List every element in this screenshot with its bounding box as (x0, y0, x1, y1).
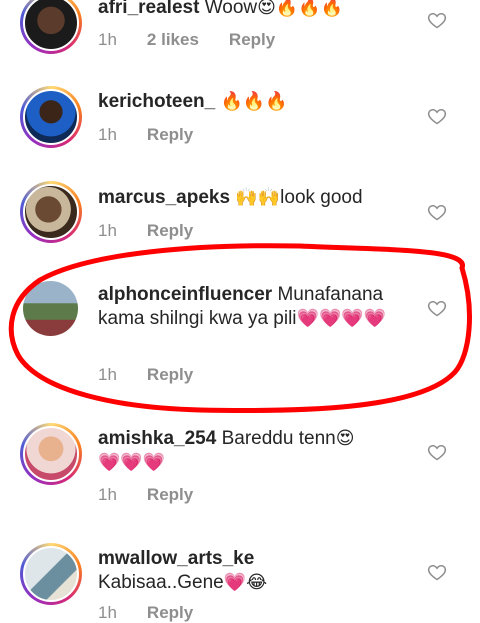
reply-button[interactable]: Reply (147, 221, 193, 241)
comment-emoji: 😍🔥🔥🔥 (257, 0, 344, 18)
comment-time: 1h (98, 30, 117, 49)
avatar[interactable] (20, 423, 82, 485)
heart-icon[interactable] (427, 442, 447, 462)
comment-time: 1h (98, 221, 117, 240)
comment-text: Woow (204, 0, 258, 18)
heart-icon[interactable] (427, 106, 447, 126)
avatar[interactable] (20, 543, 82, 605)
reply-button[interactable]: Reply (147, 485, 193, 505)
avatar[interactable] (20, 0, 82, 54)
comment-username[interactable]: marcus_apeks (98, 187, 230, 208)
avatar[interactable] (20, 86, 82, 148)
reply-button[interactable]: Reply (147, 365, 193, 385)
comment-username[interactable]: kerichoteen_ (98, 91, 215, 112)
comment-emoji: 💗💗💗 (98, 452, 166, 473)
comment-time: 1h (98, 485, 117, 504)
comment-emoji: 🙌🙌 (235, 187, 281, 208)
comment-text: Bareddu tenn (221, 428, 336, 449)
heart-icon[interactable] (427, 298, 447, 318)
comment-text: look good (280, 187, 363, 208)
comment-username[interactable]: mwallow_arts_ke (98, 548, 254, 569)
comment-time: 1h (98, 125, 117, 144)
comment-username[interactable]: afri_realest (98, 0, 199, 18)
reply-button[interactable]: Reply (147, 603, 193, 623)
avatar[interactable] (23, 281, 78, 336)
heart-icon[interactable] (427, 202, 447, 222)
comment-emoji: 💗💗💗💗 (296, 308, 387, 329)
reply-button[interactable]: Reply (147, 125, 193, 145)
heart-icon[interactable] (427, 562, 447, 582)
reply-button[interactable]: Reply (229, 30, 275, 50)
comment-emoji: 🔥🔥🔥 (220, 91, 288, 112)
heart-icon[interactable] (427, 10, 447, 30)
comment-time: 1h (98, 603, 117, 622)
comment-emoji: 😍 (335, 428, 355, 449)
avatar[interactable] (20, 181, 82, 243)
comment-emoji: 💗😂 (223, 572, 268, 593)
comment-text: Kabisaa..Gene (98, 572, 224, 593)
likes-count[interactable]: 2 likes (147, 30, 199, 50)
comment-time: 1h (98, 365, 117, 384)
comment-username[interactable]: alphonceinfluencer (98, 284, 272, 305)
comment-username[interactable]: amishka_254 (98, 428, 216, 449)
